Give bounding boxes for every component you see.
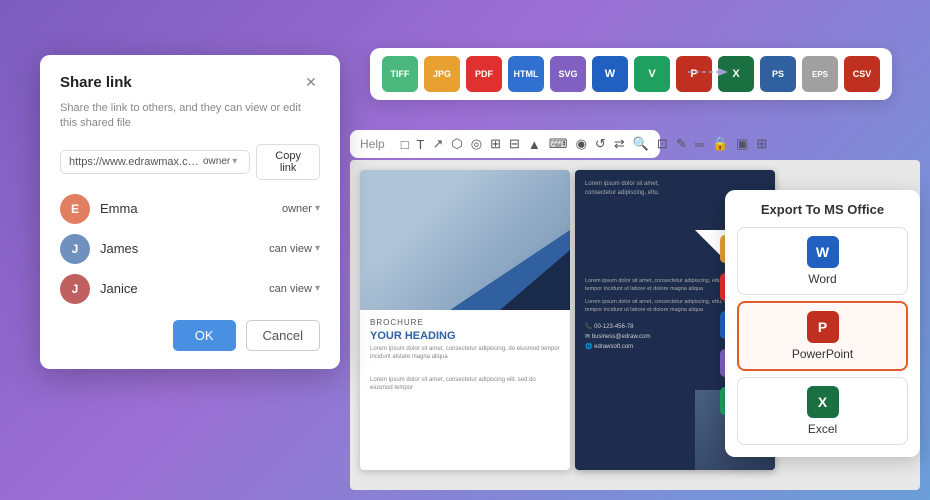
tool-pen[interactable]: ✎ — [676, 136, 687, 152]
brochure-panel-1: BROCHURE YOUR HEADING Lorem ipsum dolor … — [360, 170, 570, 470]
format-icon-visio[interactable]: V — [634, 56, 670, 92]
tool-triangle[interactable]: ▲ — [528, 137, 541, 152]
export-word-item[interactable]: W Word — [737, 227, 908, 295]
tool-grid[interactable]: ▣ — [736, 136, 748, 152]
word-label: Word — [808, 272, 836, 286]
tool-line[interactable]: ═ — [695, 137, 704, 152]
copy-link-button[interactable]: Copy link — [256, 144, 320, 180]
format-bar: TIFF JPG PDF HTML SVG W V P X PS EPS CSV — [370, 48, 892, 100]
user-row-emma: E Emma owner ▾ — [60, 194, 320, 224]
tool-more[interactable]: ⊞ — [756, 136, 767, 152]
brochure-heading: YOUR HEADING — [370, 330, 560, 342]
modal-description: Share the link to others, and they can v… — [60, 101, 320, 132]
toolbar: Help □ T ↗ ⬡ ◎ ⊞ ⊟ ▲ ⌨ ◉ ↺ ⇄ 🔍 ⊡ ✎ ═ 🔒 ▣… — [350, 130, 660, 158]
user-name-emma: Emma — [100, 201, 272, 216]
tool-fill[interactable]: ⌨ — [549, 136, 568, 152]
format-icon-csv[interactable]: CSV — [844, 56, 880, 92]
format-icon-jpg[interactable]: JPG — [424, 56, 460, 92]
format-icon-pdf[interactable]: PDF — [466, 56, 502, 92]
format-icon-svg[interactable]: SVG — [550, 56, 586, 92]
brochure-tagline: BROCHURE — [370, 318, 560, 327]
tool-curved[interactable]: ◉ — [576, 136, 587, 152]
avatar-janice: J — [60, 274, 90, 304]
link-url-text: https://www.edrawmax.com/online/fil — [69, 156, 199, 168]
format-icon-html[interactable]: HTML — [508, 56, 544, 92]
modal-title: Share link — [60, 74, 132, 91]
user-role-emma[interactable]: owner ▾ — [282, 203, 320, 215]
tool-zoom[interactable]: 🔍 — [633, 136, 649, 152]
export-powerpoint-item[interactable]: P PowerPoint — [737, 301, 908, 371]
cancel-button[interactable]: Cancel — [246, 320, 320, 351]
link-role-selector[interactable]: owner ▾ — [199, 156, 241, 167]
tool-select[interactable]: ⊡ — [657, 136, 668, 152]
tool-rotate[interactable]: ↺ — [595, 136, 606, 152]
excel-icon: X — [807, 386, 839, 418]
tool-table[interactable]: ⊞ — [490, 136, 501, 152]
avatar-james: J — [60, 234, 90, 264]
avatar-emma: E — [60, 194, 90, 224]
tool-swap[interactable]: ⇄ — [614, 136, 625, 152]
chevron-icon-james: ▾ — [315, 243, 320, 254]
user-role-james[interactable]: can view ▾ — [269, 243, 320, 255]
tool-text[interactable]: T — [417, 137, 425, 152]
powerpoint-label: PowerPoint — [792, 347, 853, 361]
link-row: https://www.edrawmax.com/online/fil owne… — [60, 144, 320, 180]
format-icon-ps[interactable]: PS — [760, 56, 796, 92]
user-name-janice: Janice — [100, 281, 259, 296]
export-excel-item[interactable]: X Excel — [737, 377, 908, 445]
brochure-body-text: Lorem ipsum dolor sit amet, consectetur … — [370, 345, 560, 362]
link-input-box: https://www.edrawmax.com/online/fil owne… — [60, 150, 250, 174]
ok-button[interactable]: OK — [173, 320, 236, 351]
arrow-decoration — [688, 62, 728, 87]
export-panel: Export To MS Office W Word P PowerPoint … — [725, 190, 920, 457]
brochure-footer-text: Lorem ipsum dolor sit amet, consectetur … — [370, 376, 560, 393]
tool-minus[interactable]: ⊟ — [509, 136, 520, 152]
help-label: Help — [360, 137, 385, 151]
format-icon-tiff[interactable]: TIFF — [382, 56, 418, 92]
user-name-james: James — [100, 241, 259, 256]
tool-arrow[interactable]: ↗ — [433, 136, 444, 152]
close-icon[interactable]: ✕ — [302, 73, 320, 91]
tool-shape[interactable]: ⬡ — [451, 136, 462, 152]
format-icon-eps[interactable]: EPS — [802, 56, 838, 92]
user-role-janice[interactable]: can view ▾ — [269, 283, 320, 295]
powerpoint-icon: P — [807, 311, 839, 343]
chevron-icon-janice: ▾ — [315, 283, 320, 294]
tool-circle[interactable]: ◎ — [471, 136, 482, 152]
tool-lock[interactable]: 🔒 — [712, 136, 728, 152]
excel-label: Excel — [808, 422, 837, 436]
tool-rect[interactable]: □ — [401, 137, 409, 152]
user-row-james: J James can view ▾ — [60, 234, 320, 264]
chevron-icon-emma: ▾ — [315, 203, 320, 214]
export-panel-title: Export To MS Office — [737, 202, 908, 217]
share-link-modal: Share link ✕ Share the link to others, a… — [40, 55, 340, 369]
chevron-down-icon: ▾ — [232, 156, 237, 167]
user-row-janice: J Janice can view ▾ — [60, 274, 320, 304]
format-icon-word[interactable]: W — [592, 56, 628, 92]
modal-footer: OK Cancel — [60, 320, 320, 351]
word-icon: W — [807, 236, 839, 268]
